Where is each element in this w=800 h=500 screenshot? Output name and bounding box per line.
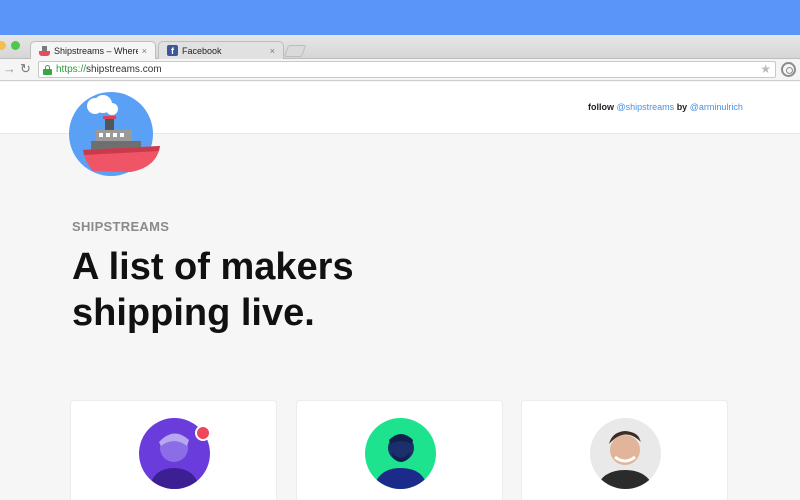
follow-credits: follow @shipstreams by @arminulrich [588,102,743,112]
browser-window: Shipstreams – Where Mak × f Facebook × →… [0,35,800,500]
web-page: follow @shipstreams by @arminulrich SHIP… [0,82,800,500]
live-indicator [195,425,211,441]
by-label: by [676,102,688,112]
site-name-eyebrow: SHIPSTREAMS [72,219,170,234]
avatar [365,418,436,489]
facebook-favicon-icon: f [167,45,178,56]
shipstreams-twitter-link[interactable]: @shipstreams [617,102,675,112]
maker-card[interactable] [70,400,277,500]
forward-arrow-icon[interactable]: → [3,61,16,76]
bookmark-star-icon[interactable]: ★ [760,62,771,76]
zoom-window-button[interactable] [11,41,20,50]
ship-icon [83,95,160,172]
reload-icon[interactable]: ↻ [20,61,31,77]
new-tab-button[interactable] [283,45,307,57]
top-color-band [0,0,800,35]
page-headline: A list of makers shipping live. [72,246,354,334]
maker-card[interactable] [521,400,728,500]
shipstreams-logo[interactable] [69,92,164,182]
url-input[interactable]: https:// shipstreams.com ★ [38,61,776,78]
ship-favicon-icon [39,45,50,56]
tab-shipstreams[interactable]: Shipstreams – Where Mak × [30,41,156,59]
tab-facebook[interactable]: f Facebook × [158,41,284,59]
maker-card[interactable] [296,400,503,500]
close-tab-icon[interactable]: × [270,46,275,56]
avatar [590,418,661,489]
browser-menu-icon[interactable] [781,62,796,77]
url-scheme: https:// [56,64,87,75]
minimize-window-button[interactable] [0,41,6,50]
tab-title: Shipstreams – Where Mak [54,45,138,56]
tab-title: Facebook [182,45,222,56]
url-host: shipstreams.com [86,64,162,75]
address-bar: → ↻ https:// shipstreams.com ★ [0,59,800,81]
tab-strip: Shipstreams – Where Mak × f Facebook × [0,35,800,59]
close-tab-icon[interactable]: × [142,46,147,56]
author-twitter-link[interactable]: @arminulrich [690,102,743,112]
follow-label: follow [588,102,614,112]
lock-icon [43,64,52,75]
